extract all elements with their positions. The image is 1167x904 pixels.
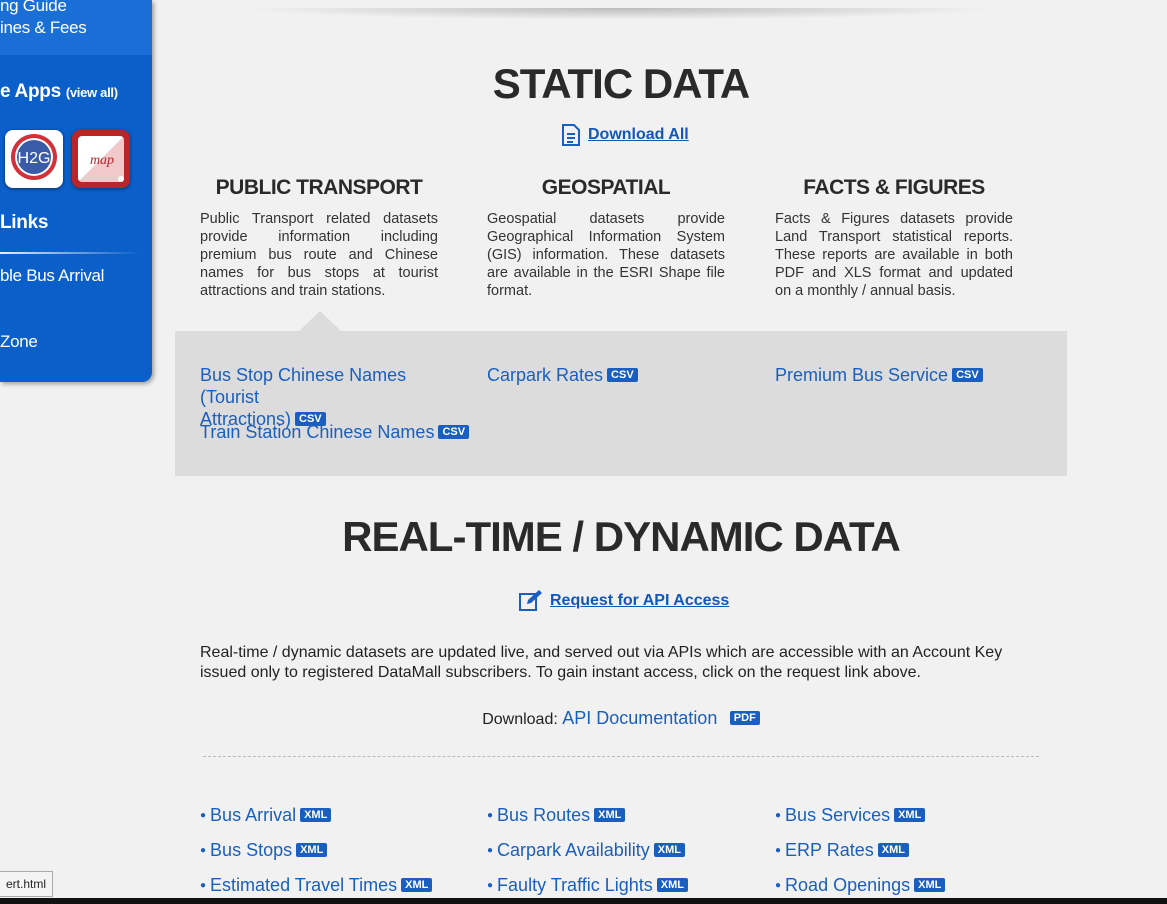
dataset-label: Carpark Rates xyxy=(487,365,604,385)
api-bus-services[interactable]: ● Bus Services XML xyxy=(775,805,926,826)
csv-badge: CSV xyxy=(607,368,638,382)
api-label: Faulty Traffic Lights xyxy=(497,875,653,895)
dataset-label: Train Station Chinese Names xyxy=(200,422,435,442)
sidebar-separator xyxy=(0,252,140,254)
xml-badge: XML xyxy=(877,843,909,857)
api-estimated-travel-times[interactable]: ● Estimated Travel Times XML xyxy=(200,875,433,896)
col-desc-facts-figures: Facts & Figures datasets provide Land Tr… xyxy=(775,211,1013,299)
col-desc-geospatial: Geospatial datasets provide Geographical… xyxy=(487,211,725,299)
edit-icon xyxy=(519,590,542,611)
realtime-description: Real-time / dynamic datasets are updated… xyxy=(200,644,1003,681)
api-faulty-traffic-lights[interactable]: ● Faulty Traffic Lights XML xyxy=(487,875,689,896)
col-desc-public-transport: Public Transport related datasets provid… xyxy=(200,211,438,299)
xml-badge: XML xyxy=(656,878,689,892)
realtime-data-title: REAL-TIME / DYNAMIC DATA xyxy=(342,513,901,560)
xml-badge: XML xyxy=(296,843,328,857)
static-data-title: STATIC DATA xyxy=(492,60,751,107)
api-label: Bus Arrival xyxy=(210,805,297,825)
app-h2g-icon[interactable]: H2G xyxy=(5,130,63,188)
api-label: Carpark Availability xyxy=(497,840,650,860)
api-label: Estimated Travel Times xyxy=(210,875,398,895)
xml-badge: XML xyxy=(894,808,926,822)
csv-badge: CSV xyxy=(952,368,983,382)
xml-badge: XML xyxy=(653,843,686,857)
request-api-label: Request for API Access xyxy=(550,592,730,609)
xml-badge: XML xyxy=(914,878,946,892)
apps-view-all-link[interactable]: (view all) xyxy=(66,85,118,100)
api-erp-rates[interactable]: ● ERP Rates XML xyxy=(775,840,909,861)
sidebar-link-zone[interactable]: Zone xyxy=(0,332,38,352)
bullet-icon: ● xyxy=(487,810,494,821)
tab-indicator-notch xyxy=(299,311,341,331)
apps-heading-label: e Apps xyxy=(0,81,61,102)
download-all-label: Download All xyxy=(588,126,689,143)
sidebar: ng Guide ines & Fees e Apps (view all) H… xyxy=(0,0,152,382)
api-label: Bus Stops xyxy=(210,840,293,860)
app-onemap-label: map xyxy=(90,153,114,168)
api-label: ERP Rates xyxy=(785,840,874,860)
api-label: Bus Routes xyxy=(497,805,591,825)
bullet-icon: ● xyxy=(775,810,782,821)
csv-badge: CSV xyxy=(438,425,470,439)
api-bus-arrival[interactable]: ● Bus Arrival XML xyxy=(200,805,332,826)
app-onemap-icon[interactable]: map xyxy=(72,130,130,188)
sidebar-apps-heading: e Apps (view all) xyxy=(0,81,118,103)
col-title-facts-figures: FACTS & FIGURES xyxy=(803,176,985,199)
download-label: Download: xyxy=(482,711,558,728)
bullet-icon: ● xyxy=(487,845,494,856)
api-carpark-availability[interactable]: ● Carpark Availability XML xyxy=(487,840,686,861)
dataset-label: Premium Bus Service xyxy=(775,365,949,385)
xml-badge: XML xyxy=(401,878,433,892)
pdf-badge: PDF xyxy=(729,711,760,725)
bullet-icon: ● xyxy=(775,880,782,891)
xml-badge: XML xyxy=(300,808,332,822)
xml-badge: XML xyxy=(594,808,626,822)
api-bus-stops[interactable]: ● Bus Stops XML xyxy=(200,840,328,861)
header-shadow xyxy=(240,8,1000,20)
dataset-train-station-chinese-names[interactable]: Train Station Chinese Names CSV xyxy=(200,421,470,443)
sidebar-links-heading: Links xyxy=(0,212,49,233)
app-h2g-label: H2G xyxy=(18,150,51,167)
api-label: Bus Services xyxy=(785,805,891,825)
document-icon xyxy=(562,124,580,146)
col-title-public-transport: PUBLIC TRANSPORT xyxy=(215,176,423,199)
sidebar-link-bus-arrival[interactable]: ble Bus Arrival xyxy=(0,266,104,286)
dataset-label: Bus Stop Chinese Names (Tourist xyxy=(200,365,407,407)
api-bus-routes[interactable]: ● Bus Routes XML xyxy=(487,805,626,826)
dataset-premium-bus-service[interactable]: Premium Bus Service CSV xyxy=(775,364,983,386)
bullet-icon: ● xyxy=(487,880,494,891)
api-doc-download-line: Download: API Documentation PDF xyxy=(175,708,1067,729)
api-road-openings[interactable]: ● Road Openings XML xyxy=(775,875,946,896)
dataset-carpark-rates[interactable]: Carpark Rates CSV xyxy=(487,364,638,386)
request-api-access-link[interactable]: Request for API Access xyxy=(518,589,729,613)
sidebar-link-guide[interactable]: ng Guide xyxy=(0,0,67,16)
col-title-geospatial: GEOSPATIAL xyxy=(541,176,671,199)
api-documentation-link[interactable]: API Documentation xyxy=(562,708,717,728)
sidebar-link-fines-fees[interactable]: ines & Fees xyxy=(0,18,87,38)
bullet-icon: ● xyxy=(200,810,207,821)
bullet-icon: ● xyxy=(200,880,207,891)
window-bottom-edge xyxy=(0,898,1167,904)
bullet-icon: ● xyxy=(775,845,782,856)
browser-status-url: ert.html xyxy=(0,871,54,897)
download-all-link[interactable]: Download All xyxy=(560,123,689,147)
dashed-divider xyxy=(203,756,1039,757)
api-label: Road Openings xyxy=(785,875,911,895)
bullet-icon: ● xyxy=(200,845,207,856)
